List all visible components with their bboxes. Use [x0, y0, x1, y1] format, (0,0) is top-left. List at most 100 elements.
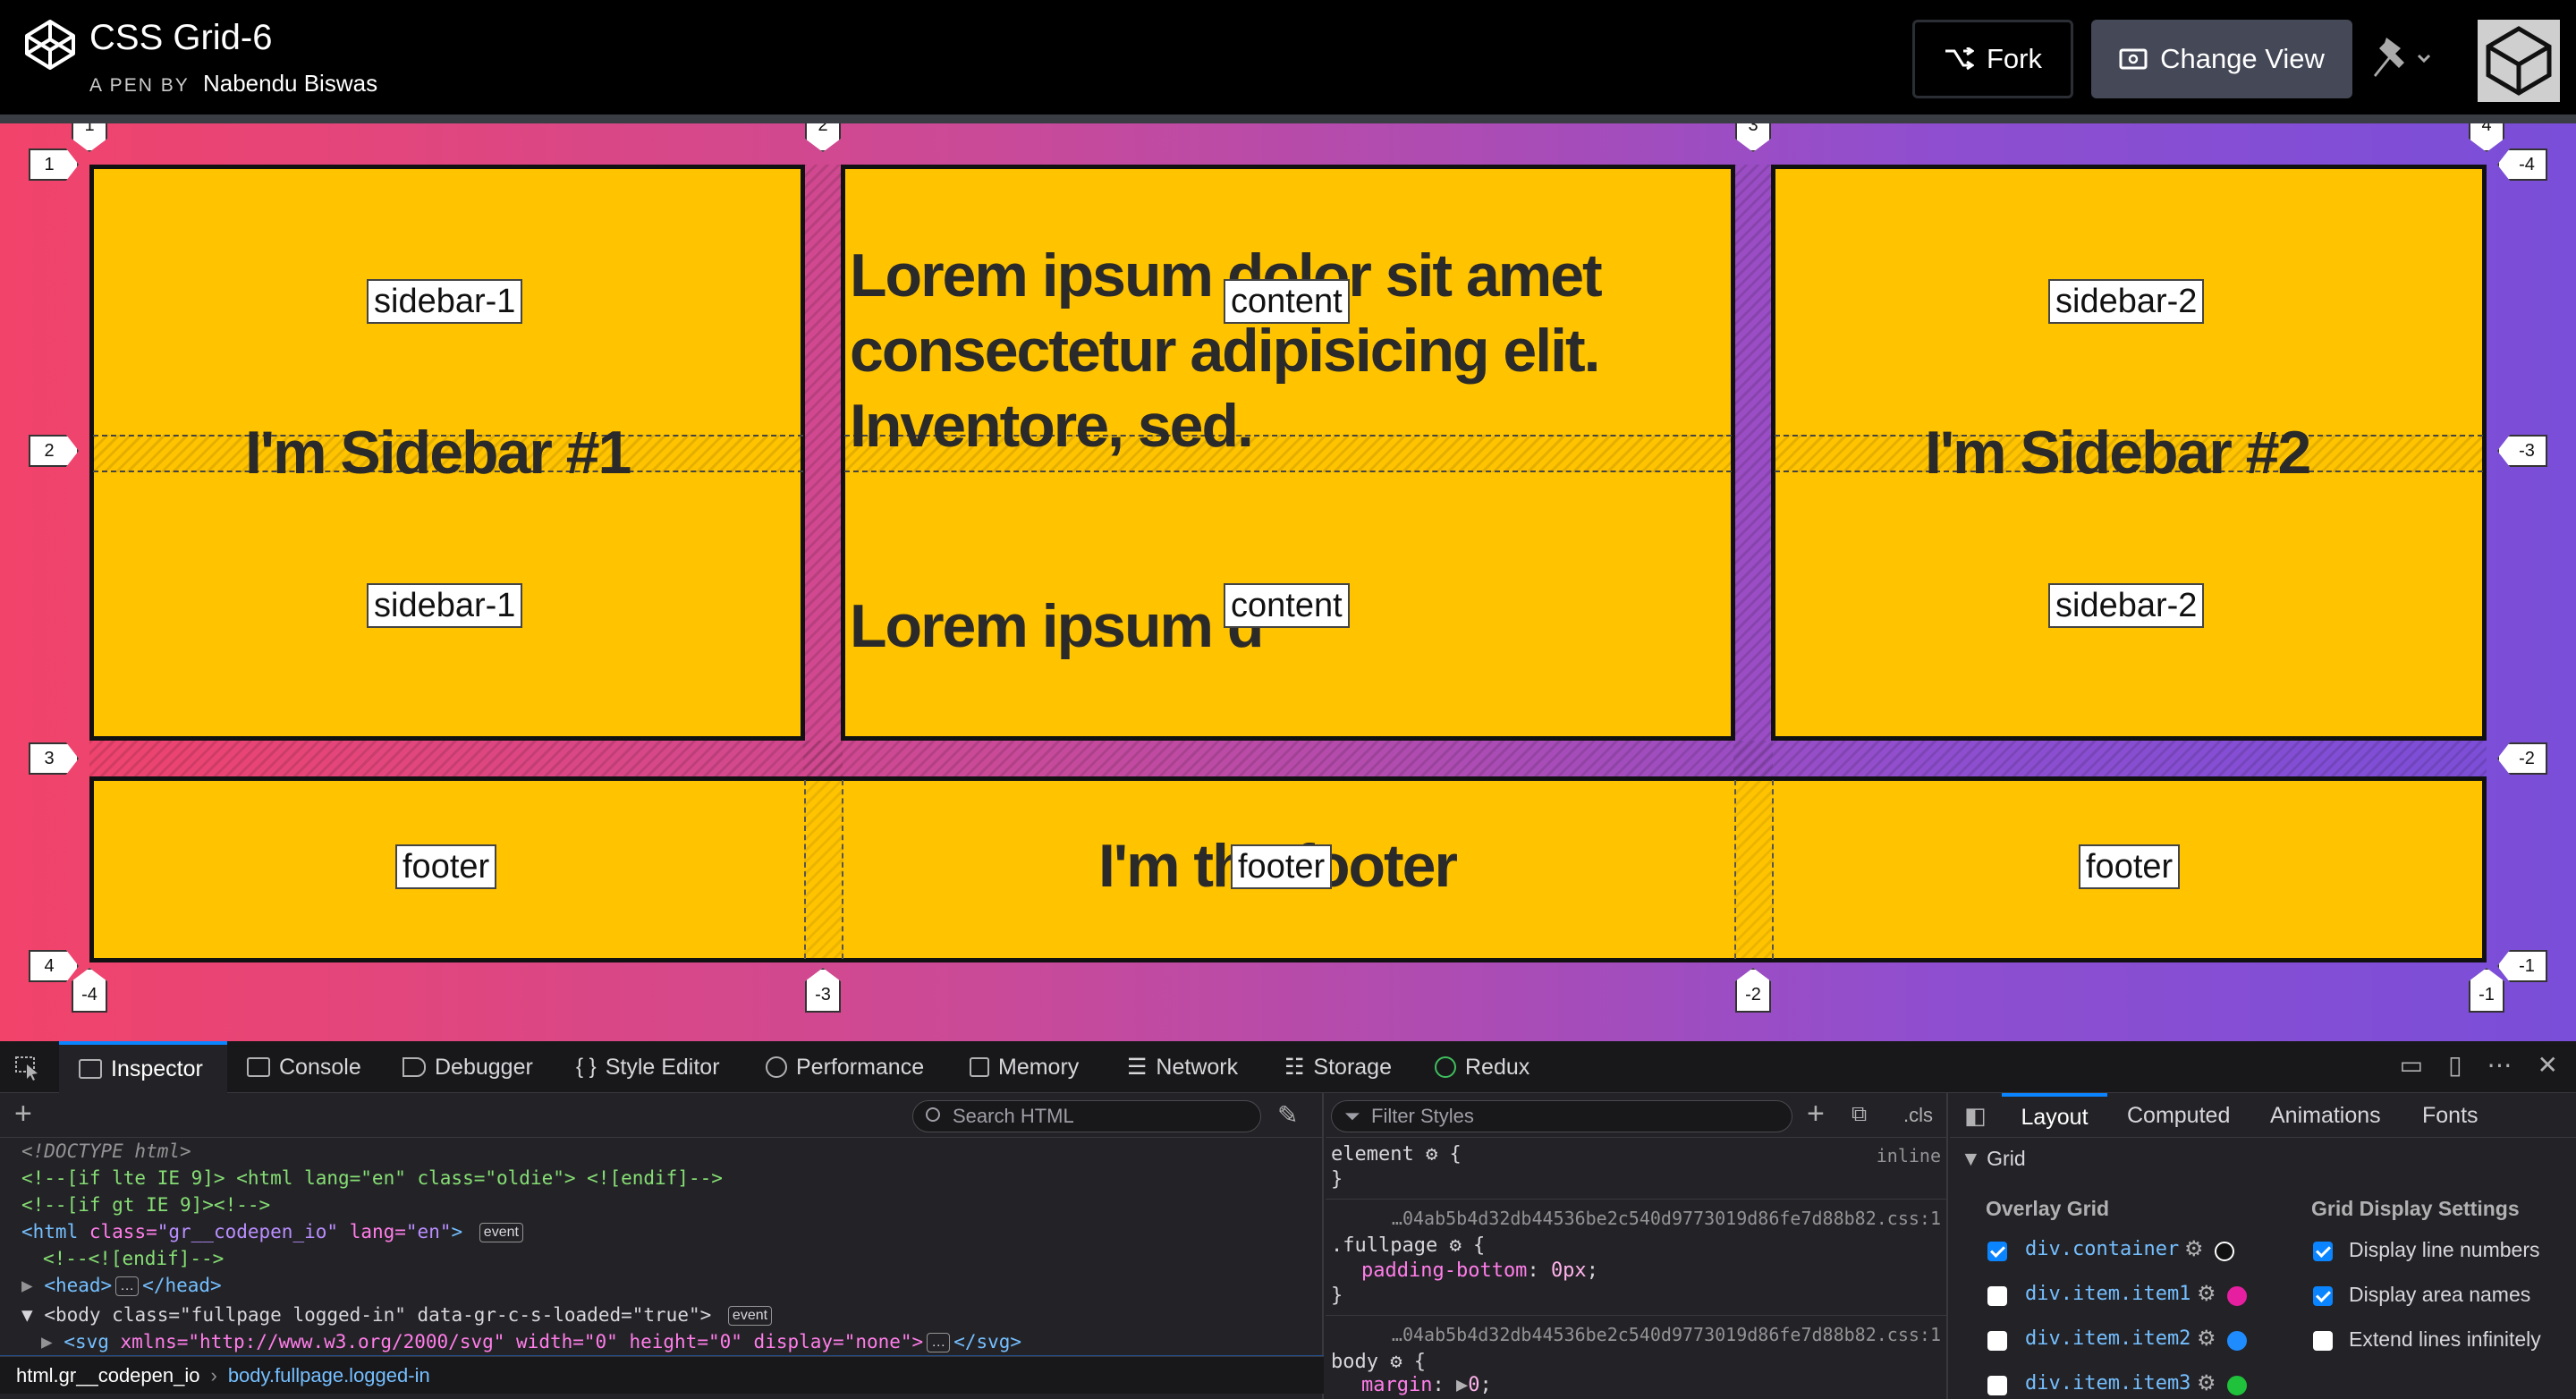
stylesheet-link[interactable]: …04ab5b4d32db44536be2c540d9773019d86fe7d…: [1392, 1324, 1941, 1345]
area-label-sidebar-2: sidebar-2: [2048, 279, 2205, 324]
highlight-node-icon[interactable]: ⚙: [2197, 1370, 2216, 1396]
element-rule[interactable]: element ⚙ {: [1331, 1141, 1462, 1168]
pin-icon[interactable]: [2368, 30, 2436, 88]
expand-arrow-icon[interactable]: ▶: [21, 1275, 33, 1296]
gear-icon[interactable]: ⚙: [1390, 1351, 1402, 1373]
fork-button[interactable]: Fork: [1912, 20, 2073, 98]
highlight-node-icon[interactable]: ⚙: [2197, 1281, 2216, 1307]
sidebar-2-heading: I'm Sidebar #2: [1925, 419, 2311, 487]
tag-name: <svg: [64, 1331, 109, 1352]
avatar[interactable]: [2478, 20, 2560, 102]
change-view-button[interactable]: Change View: [2091, 20, 2352, 98]
extend-lines-checkbox[interactable]: [2313, 1331, 2333, 1351]
add-node-icon[interactable]: +: [14, 1097, 32, 1132]
overlay-item-label[interactable]: div.container: [2025, 1238, 2179, 1260]
grid-display-settings-title: Grid Display Settings: [2311, 1197, 2520, 1220]
expand-arrow-icon[interactable]: ▶: [41, 1331, 53, 1352]
setting-label[interactable]: Extend lines infinitely: [2349, 1327, 2541, 1352]
tab-performance[interactable]: Performance: [766, 1041, 924, 1093]
pseudo-class-icon[interactable]: ⧉: [1852, 1102, 1867, 1127]
comment-line[interactable]: <!--<![endif]-->: [43, 1245, 224, 1272]
grid-color-swatch[interactable]: [2215, 1242, 2234, 1261]
head-node-line[interactable]: ▶ <head>… </head>: [21, 1272, 222, 1299]
pick-element-icon[interactable]: [14, 1056, 41, 1081]
display-area-names-checkbox[interactable]: [2313, 1286, 2333, 1306]
brace: {: [1449, 1143, 1462, 1166]
fullpage-rule[interactable]: .fullpage ⚙ {: [1331, 1233, 1485, 1259]
markup-toolbar: + Search HTML ✎: [0, 1093, 1322, 1138]
responsive-mode-icon[interactable]: ▯: [2448, 1050, 2462, 1080]
doctype-line[interactable]: <!DOCTYPE html>: [21, 1138, 191, 1165]
attr-name: class=: [89, 1221, 157, 1242]
svg-node-line[interactable]: ▶ <svg xmlns="http://www.w3.org/2000/svg…: [41, 1328, 1021, 1355]
tab-computed[interactable]: Computed: [2127, 1093, 2230, 1138]
grid-color-swatch[interactable]: [2227, 1331, 2247, 1351]
overlay-item-label[interactable]: div.item.item3: [2025, 1372, 2190, 1395]
close-icon[interactable]: ✕: [2538, 1050, 2558, 1080]
collapsed-badge[interactable]: …: [115, 1276, 140, 1296]
declaration[interactable]: margin: ▶0;: [1361, 1372, 1492, 1399]
tab-storage[interactable]: ☷ Storage: [1284, 1041, 1392, 1093]
tab-label: Debugger: [435, 1054, 533, 1080]
more-options-icon[interactable]: ⋯: [2487, 1050, 2512, 1080]
expand-arrow-icon[interactable]: ▶: [1456, 1374, 1468, 1396]
tab-inspector[interactable]: Inspector: [59, 1041, 227, 1093]
codepen-logo-icon[interactable]: [21, 16, 79, 73]
tab-memory[interactable]: Memory: [970, 1041, 1079, 1093]
footer-column-line: [1734, 780, 1774, 959]
tab-network[interactable]: ☰ Network: [1127, 1041, 1238, 1093]
grid-color-swatch[interactable]: [2227, 1376, 2247, 1395]
devtools-panel: Inspector Console Debugger { } Style Edit…: [0, 1041, 2576, 1399]
setting-label[interactable]: Display area names: [2349, 1283, 2530, 1307]
area-label-content: content: [1224, 583, 1350, 628]
overlay-checkbox-item2[interactable]: [1987, 1331, 2007, 1351]
area-label-footer: footer: [2079, 844, 2181, 889]
tab-style-editor[interactable]: { } Style Editor: [576, 1041, 720, 1093]
comment-line[interactable]: <!--[if gt IE 9]><!-->: [21, 1191, 270, 1218]
overlay-checkbox-container[interactable]: [1987, 1242, 2007, 1261]
html-node-line[interactable]: <html class="gr__codepen_io" lang="en"> …: [21, 1218, 523, 1245]
tab-redux[interactable]: Redux: [1435, 1041, 1530, 1093]
add-rule-icon[interactable]: +: [1807, 1097, 1825, 1132]
overlay-item-label[interactable]: div.item.item1: [2025, 1283, 2190, 1305]
highlight-node-icon[interactable]: ⚙: [2184, 1236, 2204, 1262]
event-badge[interactable]: event: [727, 1306, 773, 1326]
tab-layout[interactable]: Layout: [2002, 1093, 2107, 1138]
grid-color-swatch[interactable]: [2227, 1286, 2247, 1306]
dock-layout-icon[interactable]: ▭: [2400, 1050, 2423, 1080]
breadcrumb-item[interactable]: body.fullpage.logged-in: [228, 1364, 430, 1387]
filter-styles-input[interactable]: ⏷ Filter Styles: [1331, 1100, 1792, 1132]
collapse-arrow-icon[interactable]: ▼: [21, 1304, 33, 1326]
attr-value: "en": [405, 1221, 452, 1242]
tag-name: <html: [21, 1221, 79, 1242]
overlay-item-label[interactable]: div.item.item2: [2025, 1327, 2190, 1350]
tab-debugger[interactable]: Debugger: [402, 1041, 533, 1093]
collapsed-badge[interactable]: …: [927, 1333, 951, 1352]
overlay-checkbox-item3[interactable]: [1987, 1376, 2007, 1395]
comment-line[interactable]: <!--[if lte IE 9]> <html lang="en" class…: [21, 1165, 723, 1191]
body-node-line[interactable]: ▼ <body class="fullpage logged-in" data-…: [21, 1301, 773, 1328]
author-link[interactable]: Nabendu Biswas: [203, 70, 377, 97]
search-html-input[interactable]: Search HTML: [912, 1100, 1261, 1132]
cls-toggle[interactable]: .cls: [1903, 1104, 1933, 1127]
grid-section-header[interactable]: ▼ Grid: [1961, 1147, 2026, 1171]
tab-animations[interactable]: Animations: [2270, 1093, 2381, 1138]
toggle-sidebar-icon[interactable]: ◧: [1964, 1102, 1987, 1130]
gear-icon[interactable]: ⚙: [1449, 1234, 1461, 1257]
display-line-numbers-checkbox[interactable]: [2313, 1242, 2333, 1261]
tab-label: Style Editor: [605, 1054, 720, 1080]
section-title: Grid: [1987, 1147, 2026, 1170]
eyedropper-icon[interactable]: ✎: [1277, 1100, 1298, 1130]
event-badge[interactable]: event: [479, 1223, 523, 1242]
setting-label[interactable]: Display line numbers: [2349, 1238, 2539, 1262]
tab-fonts[interactable]: Fonts: [2422, 1093, 2479, 1138]
gear-icon[interactable]: ⚙: [1426, 1143, 1437, 1166]
breadcrumb-item[interactable]: html.gr__codepen_io: [16, 1364, 199, 1387]
attr-list: xmlns="http://www.w3.org/2000/svg" width…: [108, 1331, 924, 1352]
overlay-checkbox-item1[interactable]: [1987, 1286, 2007, 1306]
declaration[interactable]: padding-bottom: 0px;: [1361, 1258, 1598, 1285]
tab-console[interactable]: Console: [247, 1041, 361, 1093]
stylesheet-link[interactable]: …04ab5b4d32db44536be2c540d9773019d86fe7d…: [1392, 1208, 1941, 1229]
highlight-node-icon[interactable]: ⚙: [2197, 1326, 2216, 1352]
console-icon: [247, 1057, 270, 1077]
